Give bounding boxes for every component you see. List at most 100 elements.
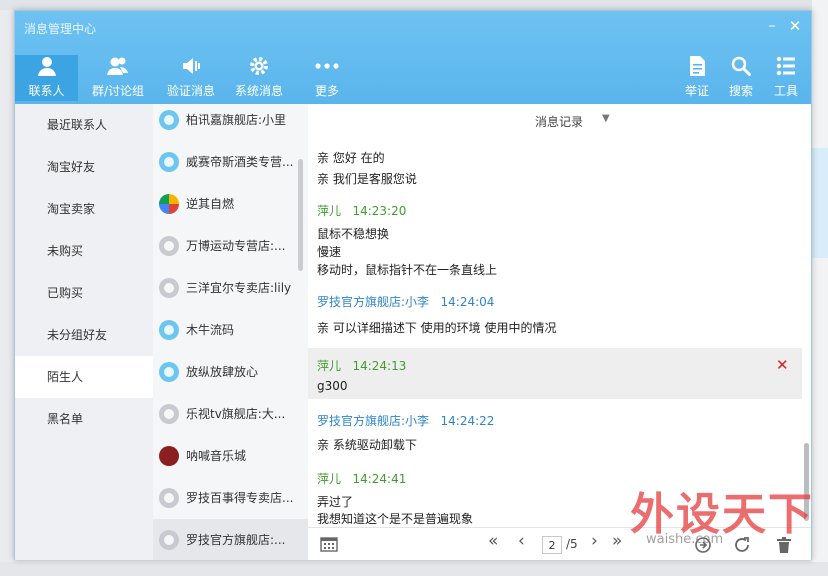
contact-name: 逆其自燃 bbox=[186, 197, 235, 211]
message-time: 14:24:04 bbox=[440, 295, 495, 309]
contact-item[interactable]: 威赛帝斯酒类专营... bbox=[153, 141, 308, 183]
avatar bbox=[159, 110, 179, 130]
message-meta: 萍儿 14:24:13 bbox=[317, 357, 406, 374]
last-page-button[interactable]: » bbox=[612, 532, 622, 550]
contact-name: 呐喊音乐城 bbox=[186, 449, 247, 463]
background-window-right bbox=[812, 0, 828, 576]
document-icon bbox=[690, 56, 705, 76]
message-history-header: 消息记录 ▼ bbox=[308, 104, 811, 136]
message-text: 慢速 bbox=[317, 245, 342, 259]
message-text: 我想知道这个是不是普遍现象 bbox=[317, 512, 474, 524]
message-time: 14:24:22 bbox=[440, 414, 495, 428]
contact-item[interactable]: 罗技百事得专卖店... bbox=[153, 477, 308, 519]
sender-name: 罗技官方旗舰店:小李 bbox=[317, 414, 430, 428]
message-meta: 罗技官方旗舰店:小李 14:24:22 bbox=[317, 412, 494, 429]
tab-groups[interactable]: 群/讨论组 bbox=[87, 55, 149, 101]
contact-name: 乐视tv旗舰店:大... bbox=[186, 407, 286, 421]
avatar bbox=[159, 446, 179, 466]
message-time: 14:23:20 bbox=[352, 204, 407, 218]
contact-name: 三洋宜尔专卖店:lily bbox=[186, 281, 292, 295]
tab-system-messages[interactable]: 系统消息 bbox=[231, 55, 287, 101]
group-icon bbox=[107, 57, 128, 75]
contact-item[interactable]: 放纵放肆放心 bbox=[153, 351, 308, 393]
message-time: 14:24:41 bbox=[352, 472, 407, 486]
person-icon bbox=[37, 57, 56, 76]
avatar bbox=[159, 530, 179, 550]
list-icon bbox=[776, 56, 795, 76]
contact-name: 罗技官方旗舰店:... bbox=[186, 533, 286, 547]
contact-item[interactable]: 逆其自燃 bbox=[153, 183, 308, 225]
message-history-title: 消息记录 bbox=[535, 115, 584, 129]
tab-contacts-label: 联系人 bbox=[28, 84, 65, 98]
titlebar: 消息管理中心 – ✕ 联系人 群/讨论组 验证消息 系统消息 更多 举证 搜索 … bbox=[15, 11, 811, 104]
message-text: 鼠标不稳想换 bbox=[317, 227, 390, 241]
more-dots-icon bbox=[315, 63, 339, 69]
close-button[interactable]: ✕ bbox=[786, 17, 804, 35]
message-text: 移动时，鼠标指针不在一条直线上 bbox=[317, 263, 498, 277]
sidebar-item-strangers[interactable]: 陌生人 bbox=[15, 356, 153, 398]
tab-contacts[interactable]: 联系人 bbox=[15, 55, 78, 101]
sidebar-item-purchased[interactable]: 已购买 bbox=[15, 272, 153, 314]
contact-item[interactable]: 万博运动专营店:... bbox=[153, 225, 308, 267]
message-list: 亲 您好 在的 亲 我们是客服您说 萍儿 14:23:20 鼠标不稳想换 慢速 … bbox=[308, 136, 802, 524]
contact-name: 罗技百事得专卖店... bbox=[186, 491, 294, 505]
next-page-button[interactable]: › bbox=[591, 532, 598, 550]
sidebar-item-recent[interactable]: 最近联系人 bbox=[15, 104, 153, 146]
sidebar-item-taobao-sellers[interactable]: 淘宝卖家 bbox=[15, 188, 153, 230]
contact-item[interactable]: 乐视tv旗舰店:大... bbox=[153, 393, 308, 435]
search-label: 搜索 bbox=[728, 84, 753, 98]
message-meta: 萍儿 14:24:41 bbox=[317, 470, 406, 487]
sender-name: 罗技官方旗舰店:小李 bbox=[317, 295, 430, 309]
contact-name: 柏讯嘉旗舰店:小里 bbox=[186, 113, 287, 127]
contact-item[interactable]: 木牛流码 bbox=[153, 309, 308, 351]
contact-list-scrollbar[interactable] bbox=[298, 159, 303, 271]
evidence-label: 举证 bbox=[684, 84, 709, 98]
sidebar-item-ungrouped[interactable]: 未分组好友 bbox=[15, 314, 153, 356]
window-title: 消息管理中心 bbox=[24, 22, 97, 36]
message-text: 弄过了 bbox=[317, 495, 354, 509]
sidebar-item-blacklist[interactable]: 黑名单 bbox=[15, 398, 153, 440]
delete-message-icon[interactable]: ✕ bbox=[776, 358, 790, 373]
message-text: 亲 我们是客服您说 bbox=[317, 172, 417, 186]
tab-more[interactable]: 更多 bbox=[305, 55, 349, 101]
minimize-button[interactable]: – bbox=[763, 17, 781, 35]
tab-verify-messages[interactable]: 验证消息 bbox=[163, 55, 219, 101]
search-icon bbox=[731, 56, 751, 76]
message-meta: 罗技官方旗舰店:小李 14:24:04 bbox=[317, 293, 494, 310]
avatar bbox=[159, 152, 179, 172]
tab-verify-label: 验证消息 bbox=[166, 84, 215, 98]
background-panel bbox=[812, 148, 828, 258]
first-page-button[interactable]: « bbox=[488, 532, 498, 550]
message-time: 14:24:13 bbox=[352, 359, 407, 373]
page-number-input[interactable] bbox=[542, 536, 562, 554]
sidebar-item-not-purchased[interactable]: 未购买 bbox=[15, 230, 153, 272]
search-button[interactable]: 搜索 bbox=[723, 55, 759, 101]
evidence-button[interactable]: 举证 bbox=[679, 55, 715, 101]
prev-page-button[interactable]: ‹ bbox=[518, 532, 525, 550]
contact-name: 万博运动专营店:... bbox=[186, 239, 286, 253]
sidebar-item-taobao-friends[interactable]: 淘宝好友 bbox=[15, 146, 153, 188]
tools-button[interactable]: 工具 bbox=[768, 55, 804, 101]
gear-icon bbox=[250, 57, 268, 75]
tab-groups-label: 群/讨论组 bbox=[91, 84, 145, 98]
message-text: g300 bbox=[317, 379, 348, 393]
chevron-down-icon[interactable]: ▼ bbox=[602, 113, 610, 124]
speaker-icon bbox=[183, 58, 200, 74]
background-strip-bottom bbox=[0, 562, 828, 576]
contact-item[interactable]: 柏讯嘉旗舰店:小里 bbox=[153, 104, 308, 141]
sender-name: 萍儿 bbox=[317, 359, 342, 373]
contact-name: 木牛流码 bbox=[186, 323, 235, 337]
contact-item[interactable]: 三洋宜尔专卖店:lily bbox=[153, 267, 308, 309]
avatar bbox=[159, 194, 179, 214]
message-meta: 萍儿 14:23:20 bbox=[317, 202, 406, 219]
site-watermark-url: waishe.com bbox=[646, 532, 724, 547]
calendar-icon[interactable] bbox=[320, 536, 338, 552]
contact-item[interactable]: 呐喊音乐城 bbox=[153, 435, 308, 477]
message-text: 亲 系统驱动卸载下 bbox=[317, 438, 417, 452]
background-strip-top bbox=[0, 0, 828, 10]
contact-category-sidebar: 最近联系人 淘宝好友 淘宝卖家 未购买 已购买 未分组好友 陌生人 黑名单 bbox=[15, 104, 153, 560]
tab-more-label: 更多 bbox=[314, 84, 339, 98]
contact-item[interactable]: 罗技官方旗舰店:... bbox=[153, 519, 308, 560]
sender-name: 萍儿 bbox=[317, 472, 342, 486]
message-text: 亲 可以详细描述下 使用的环境 使用中的情况 bbox=[317, 321, 557, 335]
